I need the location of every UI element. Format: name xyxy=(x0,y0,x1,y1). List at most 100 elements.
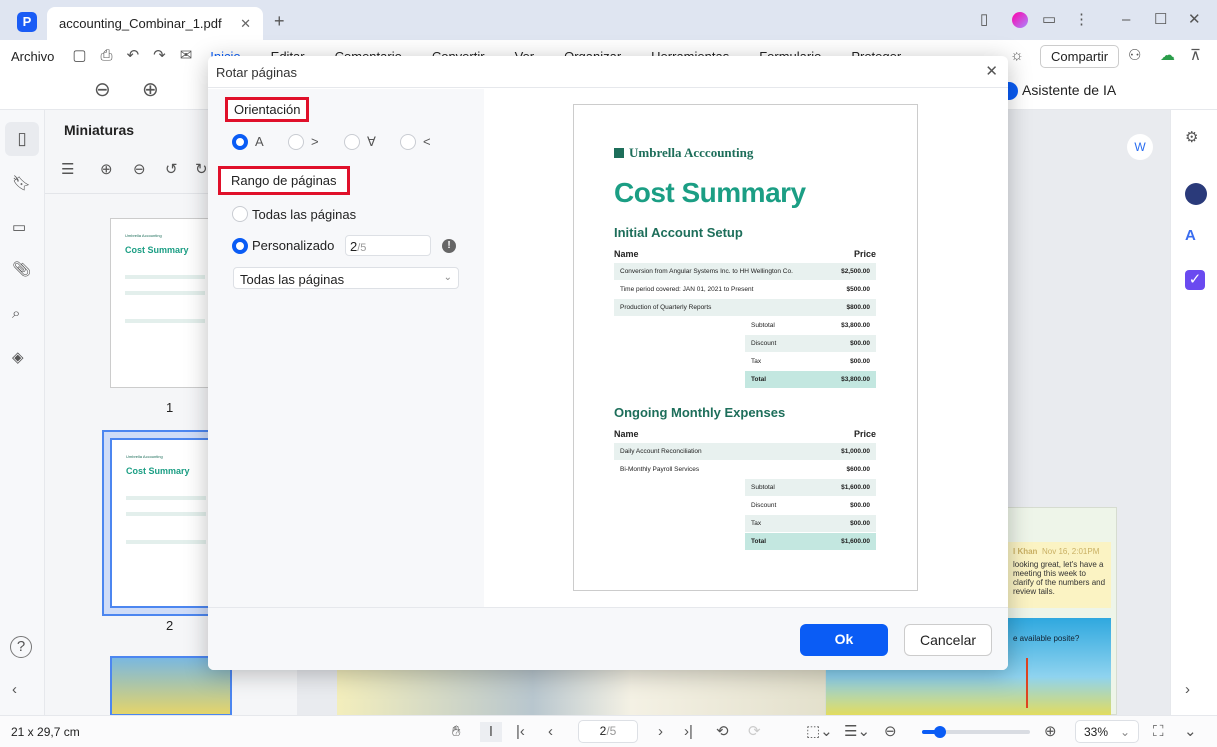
rotate-right-icon[interactable]: ↻ xyxy=(195,160,208,180)
fit-mode-icon[interactable]: ⬚⌄ xyxy=(806,722,833,742)
next-page-icon[interactable]: › xyxy=(658,722,663,742)
zoom-select[interactable]: 33% ⌄ xyxy=(1075,720,1139,743)
thumbnail-page-2[interactable]: Umbrella Accounting Cost Summary xyxy=(102,430,222,616)
search-icon[interactable]: ⌕ xyxy=(12,304,20,324)
avatar[interactable] xyxy=(1012,12,1028,28)
new-tab-button[interactable]: + xyxy=(274,11,285,31)
rotate-left-icon[interactable]: ↺ xyxy=(165,160,178,180)
options-icon[interactable]: ☰ xyxy=(61,160,74,180)
ai-assistant-button[interactable]: Asistente de IA xyxy=(1022,82,1116,98)
menu-archivo[interactable]: Archivo xyxy=(11,49,54,64)
status-zoom-in-icon[interactable]: ⊕ xyxy=(1044,722,1057,742)
rotate-view-right-icon[interactable]: ⟳ xyxy=(748,722,761,742)
feedback-icon[interactable]: ▭ xyxy=(1042,10,1056,30)
page-image xyxy=(337,670,827,715)
layers-icon[interactable]: ◈ xyxy=(12,348,24,368)
word-convert-icon[interactable]: W xyxy=(1127,134,1153,160)
bookmark-icon[interactable]: 🔖︎ xyxy=(12,174,31,194)
workflow-icon[interactable]: ⚇ xyxy=(1128,46,1141,66)
page-number-2: 2 xyxy=(166,618,174,633)
custom-radio[interactable] xyxy=(232,238,248,254)
chevron-down-icon: ⌄ xyxy=(443,272,452,283)
page-input[interactable]: 2/5 xyxy=(578,720,638,743)
thumb-zoom-in-icon[interactable]: ⊕ xyxy=(100,160,113,180)
zoom-slider[interactable] xyxy=(922,726,1030,738)
more-icon[interactable]: ⋮ xyxy=(1074,10,1089,30)
custom-range-input[interactable]: 2/5 xyxy=(345,235,431,256)
row-name: Bi-Monthly Payroll Services xyxy=(620,466,700,473)
orientation-radio-0[interactable] xyxy=(232,134,248,150)
maximize-icon[interactable]: ☐ xyxy=(1154,10,1167,30)
orientation-label-180: ∀ xyxy=(367,134,376,149)
left-rail: ▯ 🔖︎ ▭ 📎︎ ⌕ ◈ ? ‹ xyxy=(0,110,45,715)
all-pages-radio[interactable] xyxy=(232,206,248,222)
print-icon[interactable]: ⎙ xyxy=(101,46,113,66)
orientation-radio-270[interactable] xyxy=(400,134,416,150)
page-layout-icon[interactable]: ☰⌄ xyxy=(844,722,870,742)
ok-button[interactable]: Ok xyxy=(800,624,888,656)
col-name: Name xyxy=(614,249,639,259)
document-tab[interactable]: accounting_Combinar_1.pdf ✕ xyxy=(47,7,263,40)
row-price: $600.00 xyxy=(846,466,871,473)
table-header: Name Price xyxy=(614,429,876,439)
last-page-icon[interactable]: ›| xyxy=(684,722,693,742)
close-tab-icon[interactable]: ✕ xyxy=(240,16,251,32)
orientation-radio-90[interactable] xyxy=(288,134,304,150)
sync-icon[interactable]: ☁ xyxy=(1160,46,1175,66)
redo-icon[interactable]: ↷ xyxy=(153,46,166,66)
first-page-icon[interactable]: |‹ xyxy=(516,722,525,742)
zoom-slider-handle[interactable] xyxy=(933,726,946,738)
total-value: $1,600.00 xyxy=(841,484,870,491)
info-icon[interactable]: ! xyxy=(442,239,456,253)
row-price: $2,500.00 xyxy=(841,268,870,275)
undo-icon[interactable]: ↶ xyxy=(127,46,140,66)
mail-icon[interactable]: ✉ xyxy=(180,46,193,66)
save-icon[interactable]: ▢ xyxy=(72,46,86,66)
status-zoom-out-icon[interactable]: ⊖ xyxy=(884,722,897,742)
properties-icon[interactable]: ⚙ xyxy=(1185,128,1198,148)
hand-tool-icon[interactable]: ✋︎ xyxy=(452,722,461,742)
select-tool-icon[interactable]: I xyxy=(480,722,502,742)
thumbnail-page-1[interactable]: Umbrella Accounting Cost Summary xyxy=(110,218,220,388)
attachment-icon[interactable]: 📎︎ xyxy=(12,260,31,280)
prev-page-icon[interactable]: ‹ xyxy=(548,722,553,742)
zoom-value: 33% xyxy=(1084,725,1109,739)
scroll-down-icon[interactable]: ⌄ xyxy=(1184,722,1197,742)
mobile-icon[interactable]: ▯ xyxy=(980,10,988,30)
total-value: $00.00 xyxy=(850,340,870,347)
thumb-zoom-out-icon[interactable]: ⊖ xyxy=(133,160,146,180)
table-row: Time period covered: JAN 01, 2021 to Pre… xyxy=(614,281,876,298)
preview-page: Umbrella Acccounting Cost Summary Initia… xyxy=(573,104,918,591)
row-name: Daily Account Reconciliation xyxy=(620,448,702,455)
orientation-label-0: A xyxy=(255,134,264,149)
page-preview: Umbrella Acccounting Cost Summary Initia… xyxy=(484,89,1008,607)
zoom-out-icon[interactable]: ⊖ xyxy=(94,80,111,100)
section-heading: Initial Account Setup xyxy=(614,225,743,240)
collapse-icon[interactable]: ⊼ xyxy=(1190,46,1201,66)
total-row: Subtotal $1,600.00 xyxy=(745,479,876,496)
page-subset-select[interactable]: Todas las páginas ⌄ xyxy=(233,267,459,289)
tasks-icon[interactable]: ✓ xyxy=(1185,270,1205,290)
page-range-label: Rango de páginas xyxy=(218,166,350,195)
ai-icon xyxy=(1008,82,1018,100)
collapse-left-icon[interactable]: ‹ xyxy=(12,680,17,700)
comment-icon[interactable]: ▭ xyxy=(12,218,26,238)
idea-icon[interactable]: ☼ xyxy=(1010,46,1024,66)
total-value: $00.00 xyxy=(850,502,870,509)
ai-robot-icon[interactable] xyxy=(1185,183,1207,205)
total-value: $00.00 xyxy=(850,520,870,527)
help-icon[interactable]: ? xyxy=(10,636,32,658)
fullscreen-icon[interactable]: ⛶ xyxy=(1153,722,1164,742)
translate-icon[interactable]: A xyxy=(1185,226,1196,246)
cancel-button[interactable]: Cancelar xyxy=(904,624,992,656)
thumbnails-icon[interactable]: ▯ xyxy=(5,122,39,156)
close-window-icon[interactable]: ✕ xyxy=(1188,10,1201,30)
orientation-radio-180[interactable] xyxy=(344,134,360,150)
expand-right-icon[interactable]: › xyxy=(1185,680,1190,700)
share-button[interactable]: Compartir xyxy=(1040,45,1120,68)
rotate-view-icon[interactable]: ⟲ xyxy=(716,722,729,742)
dialog-close-icon[interactable]: ✕ xyxy=(985,62,998,82)
minimize-icon[interactable]: – xyxy=(1122,10,1130,30)
zoom-in-icon[interactable]: ⊕ xyxy=(142,80,159,100)
total-row: Subtotal $3,800.00 xyxy=(745,317,876,334)
